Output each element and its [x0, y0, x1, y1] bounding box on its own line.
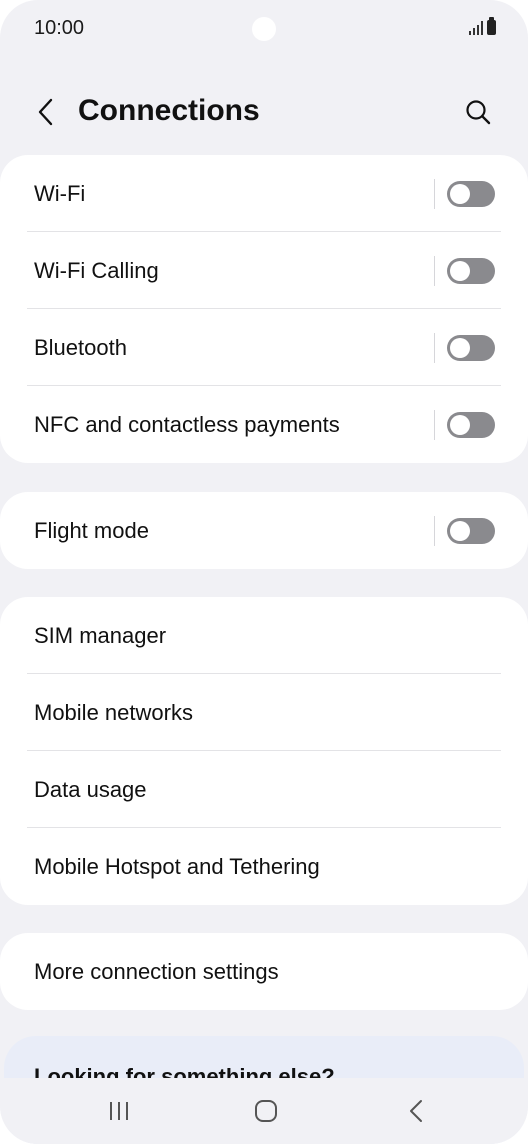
status-time: 10:00 — [34, 17, 85, 39]
phone-screen: 10:00 Connections Wi-Fi Wi-Fi Calling Bl… — [0, 0, 528, 1144]
row-label: Data usage — [34, 776, 147, 802]
connections-group: Wi-Fi Wi-Fi Calling Bluetooth NFC and co… — [0, 155, 528, 463]
network-group: SIM manager Mobile networks Data usage M… — [0, 597, 528, 905]
wifi-toggle[interactable] — [447, 181, 495, 207]
back-button[interactable] — [28, 90, 64, 134]
navigation-bar — [0, 1078, 528, 1144]
row-divider — [434, 516, 435, 546]
search-icon — [466, 100, 491, 125]
row-divider — [434, 179, 435, 209]
mobile-networks-row[interactable]: Mobile networks — [0, 674, 528, 751]
wifi-row[interactable]: Wi-Fi — [0, 155, 528, 232]
nfc-toggle[interactable] — [447, 412, 495, 438]
battery-icon — [487, 17, 496, 35]
toggle-knob — [450, 521, 470, 541]
row-divider — [434, 256, 435, 286]
row-divider — [434, 410, 435, 440]
flight-mode-row[interactable]: Flight mode — [0, 492, 528, 569]
home-icon — [255, 1100, 277, 1122]
row-label: Mobile networks — [34, 699, 193, 725]
recent-apps-button[interactable] — [99, 1096, 139, 1126]
signal-icon — [469, 21, 483, 35]
row-label: Wi-Fi — [34, 180, 86, 206]
toggle-knob — [450, 184, 470, 204]
search-button[interactable] — [456, 90, 500, 134]
wifi-calling-row[interactable]: Wi-Fi Calling — [0, 232, 528, 309]
back-nav-button[interactable] — [396, 1096, 436, 1126]
row-label: Wi-Fi Calling — [34, 257, 159, 283]
more-connection-settings-row[interactable]: More connection settings — [0, 933, 528, 1010]
row-label: Mobile Hotspot and Tethering — [34, 853, 320, 879]
wifi-calling-toggle[interactable] — [447, 258, 495, 284]
back-arrow-icon — [38, 98, 53, 126]
row-label: More connection settings — [34, 958, 279, 984]
status-bar: 10:00 — [0, 0, 528, 60]
flight-mode-toggle[interactable] — [447, 518, 495, 544]
toggle-knob — [450, 338, 470, 358]
bluetooth-toggle[interactable] — [447, 335, 495, 361]
flight-mode-group: Flight mode — [0, 492, 528, 569]
toggle-knob — [450, 415, 470, 435]
page-title: Connections — [78, 94, 260, 127]
status-icons — [469, 17, 496, 35]
recent-apps-icon — [110, 1102, 128, 1120]
nfc-row[interactable]: NFC and contactless payments — [0, 386, 528, 463]
row-label: NFC and contactless payments — [34, 411, 340, 437]
toggle-knob — [450, 261, 470, 281]
row-label: SIM manager — [34, 622, 167, 648]
header: Connections — [0, 80, 528, 144]
bluetooth-row[interactable]: Bluetooth — [0, 309, 528, 386]
sim-manager-row[interactable]: SIM manager — [0, 597, 528, 674]
row-divider — [434, 333, 435, 363]
home-button[interactable] — [246, 1096, 286, 1126]
front-camera — [252, 17, 276, 41]
row-label: Flight mode — [34, 517, 149, 543]
row-label: Bluetooth — [34, 334, 127, 360]
data-usage-row[interactable]: Data usage — [0, 751, 528, 828]
back-nav-icon — [410, 1100, 422, 1122]
more-settings-group: More connection settings — [0, 933, 528, 1010]
hotspot-row[interactable]: Mobile Hotspot and Tethering — [0, 828, 528, 905]
